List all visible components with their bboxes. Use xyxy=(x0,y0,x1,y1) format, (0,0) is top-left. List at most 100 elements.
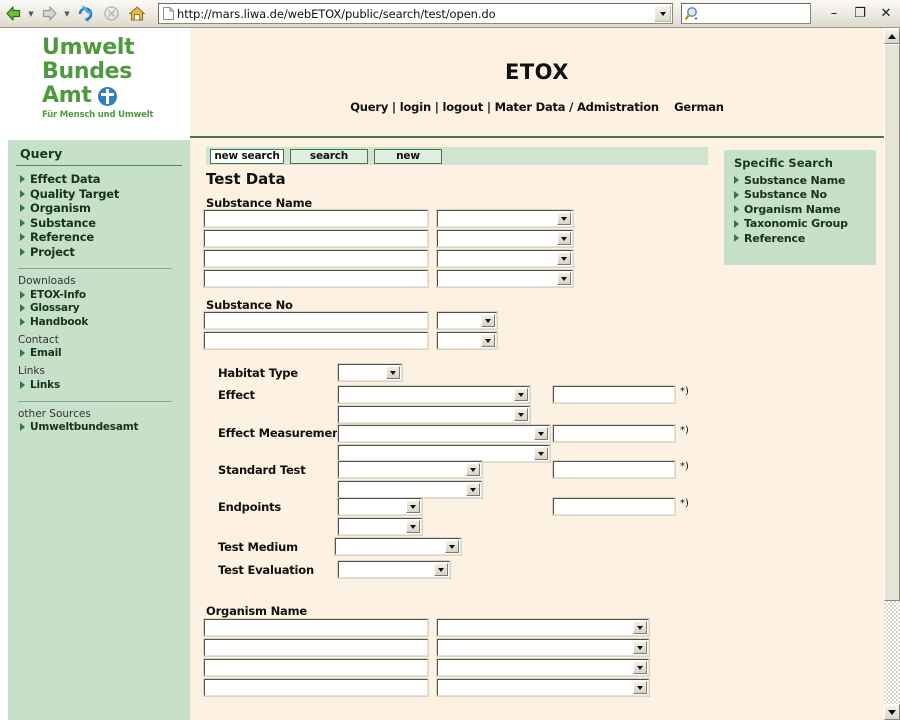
chevron-down-icon[interactable] xyxy=(557,252,572,265)
address-bar[interactable]: http://mars.liwa.de/webETOX/public/searc… xyxy=(158,3,673,24)
back-history-caret-icon[interactable]: ▼ xyxy=(26,2,36,26)
effect-measurement-text-input[interactable] xyxy=(552,424,676,443)
substance-name-select[interactable] xyxy=(436,209,575,228)
top-nav-links[interactable]: Query | login | logout | Mater Data / Ad… xyxy=(350,100,724,114)
site-logo[interactable]: Umwelt Bundes Amt Für Mensch und Umwelt xyxy=(0,28,190,140)
browser-search-box[interactable] xyxy=(681,3,811,24)
chevron-down-icon[interactable] xyxy=(514,408,528,421)
forward-button[interactable] xyxy=(36,2,62,26)
specific-search-item-substance-no[interactable]: Substance No xyxy=(724,188,876,203)
organism-name-input[interactable] xyxy=(203,618,429,637)
organism-name-row xyxy=(203,638,651,660)
chevron-down-icon[interactable] xyxy=(633,641,648,654)
chevron-down-icon[interactable] xyxy=(557,212,572,225)
substance-name-select[interactable] xyxy=(436,269,575,288)
forward-history-caret-icon[interactable]: ▼ xyxy=(62,2,72,26)
specific-search-item-substance-name[interactable]: Substance Name xyxy=(724,173,876,188)
chevron-down-icon[interactable] xyxy=(633,681,648,694)
sidebar-item-umweltbundesamt[interactable]: Umweltbundesamt xyxy=(8,421,190,435)
specific-search-item-taxonomic-group[interactable]: Taxonomic Group xyxy=(724,217,876,232)
top-nav[interactable]: Query | login | logout | Mater Data / Ad… xyxy=(190,84,884,114)
sidebar-item-substance[interactable]: Substance xyxy=(8,216,190,231)
substance-name-select[interactable] xyxy=(436,249,575,268)
effect-measurement-select-2[interactable] xyxy=(337,444,551,463)
sidebar-item-reference[interactable]: Reference xyxy=(8,230,190,245)
sidebar-item-organism[interactable]: Organism xyxy=(8,201,190,216)
minimize-button[interactable]: – xyxy=(826,5,842,23)
sidebar-item-email[interactable]: Email xyxy=(8,347,190,361)
endpoints-select-2[interactable] xyxy=(337,517,423,536)
chevron-down-icon[interactable] xyxy=(466,463,480,476)
chevron-down-icon[interactable] xyxy=(481,314,496,327)
substance-no-select[interactable] xyxy=(436,311,499,330)
restore-button[interactable]: ❐ xyxy=(852,5,868,23)
substance-name-input[interactable] xyxy=(203,269,429,288)
home-button[interactable] xyxy=(124,2,150,26)
sidebar-item-glossary[interactable]: Glossary xyxy=(8,302,190,316)
specific-search-item-reference[interactable]: Reference xyxy=(724,231,876,246)
test-evaluation-select[interactable] xyxy=(337,560,451,579)
standard-test-text-input[interactable] xyxy=(552,460,676,479)
address-dropdown-button[interactable] xyxy=(654,5,671,22)
substance-no-select[interactable] xyxy=(436,331,499,350)
refresh-button[interactable] xyxy=(72,2,98,26)
standard-test-select-2[interactable] xyxy=(337,480,483,499)
new-search-button[interactable]: new search xyxy=(210,148,284,164)
back-button[interactable] xyxy=(0,2,26,26)
new-button[interactable]: new xyxy=(374,148,442,164)
scroll-down-button[interactable] xyxy=(884,704,900,720)
chevron-down-icon[interactable] xyxy=(434,563,448,576)
substance-no-input[interactable] xyxy=(203,331,429,350)
chevron-down-icon[interactable] xyxy=(481,334,496,347)
address-input[interactable]: http://mars.liwa.de/webETOX/public/searc… xyxy=(177,7,496,21)
stop-button[interactable] xyxy=(98,2,124,26)
chevron-down-icon[interactable] xyxy=(557,232,572,245)
search-button[interactable]: search xyxy=(290,148,368,164)
sidebar-item-quality-target[interactable]: Quality Target xyxy=(8,187,190,202)
scrollbar-lower-track[interactable] xyxy=(884,601,900,704)
habitat-type-label: Habitat Type xyxy=(218,366,298,380)
chevron-down-icon[interactable] xyxy=(406,520,420,533)
substance-no-input[interactable] xyxy=(203,311,429,330)
effect-select-1[interactable] xyxy=(337,385,531,404)
page-scrollbar-vertical[interactable] xyxy=(884,28,900,720)
test-medium-select[interactable] xyxy=(334,537,462,556)
sidebar-item-project[interactable]: Project xyxy=(8,245,190,260)
effect-select-2[interactable] xyxy=(337,405,531,424)
organism-name-input[interactable] xyxy=(203,678,429,697)
chevron-down-icon[interactable] xyxy=(406,500,420,513)
endpoints-text-input[interactable] xyxy=(552,497,676,516)
specific-search-item-organism-name[interactable]: Organism Name xyxy=(724,202,876,217)
substance-name-select[interactable] xyxy=(436,229,575,248)
organism-name-input[interactable] xyxy=(203,638,429,657)
substance-name-input[interactable] xyxy=(203,209,429,228)
chevron-down-icon[interactable] xyxy=(514,388,528,401)
organism-name-select[interactable] xyxy=(436,658,651,677)
sidebar-item-links[interactable]: Links xyxy=(8,378,190,392)
chevron-down-icon[interactable] xyxy=(534,427,548,440)
standard-test-select-1[interactable] xyxy=(337,460,483,479)
scrollbar-thumb[interactable] xyxy=(884,44,900,601)
organism-name-select[interactable] xyxy=(436,618,651,637)
sidebar-item-handbook[interactable]: Handbook xyxy=(8,315,190,329)
chevron-down-icon[interactable] xyxy=(466,483,480,496)
organism-name-select[interactable] xyxy=(436,638,651,657)
endpoints-select-1[interactable] xyxy=(337,497,423,516)
effect-text-input[interactable] xyxy=(552,385,676,404)
sidebar-item-etox-info[interactable]: ETOX-Info xyxy=(8,288,190,302)
chevron-down-icon[interactable] xyxy=(557,272,572,285)
habitat-type-select[interactable] xyxy=(337,363,403,382)
chevron-down-icon[interactable] xyxy=(633,661,648,674)
organism-name-input[interactable] xyxy=(203,658,429,677)
sidebar-item-effect-data[interactable]: Effect Data xyxy=(8,172,190,187)
substance-name-input[interactable] xyxy=(203,249,429,268)
substance-name-input[interactable] xyxy=(203,229,429,248)
close-button[interactable]: ✕ xyxy=(878,5,894,23)
chevron-down-icon[interactable] xyxy=(534,447,548,460)
scroll-up-button[interactable] xyxy=(884,28,900,44)
organism-name-select[interactable] xyxy=(436,678,651,697)
chevron-down-icon[interactable] xyxy=(633,621,648,634)
effect-measurement-select-1[interactable] xyxy=(337,424,551,443)
chevron-down-icon[interactable] xyxy=(386,366,400,379)
chevron-down-icon[interactable] xyxy=(445,540,459,553)
